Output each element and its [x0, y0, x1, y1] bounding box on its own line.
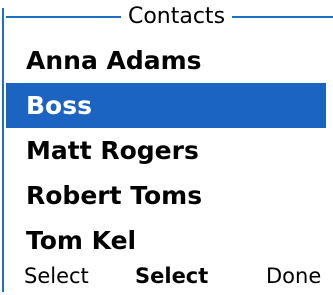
title-divider-right	[232, 16, 333, 18]
contact-item[interactable]: Matt Rogers	[6, 128, 326, 173]
contact-item[interactable]: Robert Toms	[6, 173, 326, 218]
contact-item-selected[interactable]: Boss	[6, 83, 326, 128]
contact-item[interactable]: Anna Adams	[6, 38, 326, 83]
contacts-list: Anna Adams Boss Matt Rogers Robert Toms …	[6, 38, 326, 263]
title-bar: Contacts	[6, 0, 333, 36]
right-softkey-done[interactable]: Done	[266, 257, 321, 295]
center-softkey-select[interactable]: Select	[135, 257, 208, 295]
contacts-screen: Contacts Anna Adams Boss Matt Rogers Rob…	[0, 0, 333, 295]
screen-title: Contacts	[127, 4, 226, 29]
left-softkey-select[interactable]: Select	[24, 257, 89, 295]
frame-border	[2, 8, 4, 292]
softkey-bar: Select Select Done	[0, 257, 333, 295]
title-divider-left	[6, 16, 121, 18]
